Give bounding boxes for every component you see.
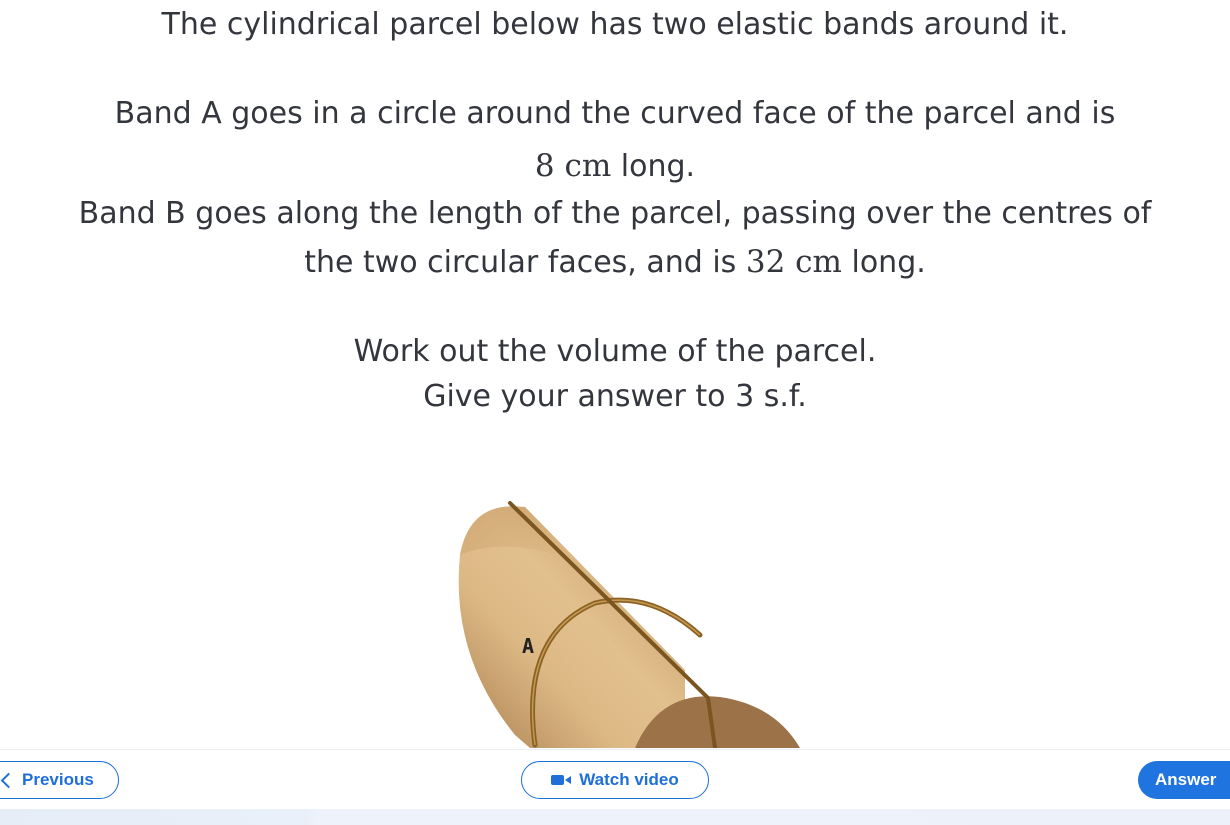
previous-button[interactable]: Previous	[0, 761, 119, 799]
chevron-left-icon	[0, 772, 17, 788]
band-b-length-rest: long.	[851, 245, 926, 280]
question-line-intro: The cylindrical parcel below has two ela…	[161, 7, 1069, 42]
parcel-body	[458, 506, 685, 748]
question-line-band-a: Band A goes in a circle around the curve…	[114, 96, 1116, 131]
question-line-task: Work out the volume of the parcel.	[353, 334, 877, 369]
question-line-band-a-length: 8 cm long.	[0, 142, 1230, 191]
question-line-precision: Give your answer to 3 s.f.	[423, 379, 807, 414]
band-b-length-unit: cm	[795, 244, 842, 280]
band-a-length-unit: cm	[564, 148, 612, 184]
question-line-band-b-length: the two circular faces, and is 32 cm lon…	[0, 238, 1230, 287]
cylinder-parcel-figure: A	[430, 495, 810, 748]
video-camera-icon	[551, 775, 572, 785]
watch-video-button[interactable]: Watch video	[521, 761, 709, 799]
watch-video-button-label: Watch video	[579, 770, 679, 789]
band-b-length-text: the two circular faces, and is	[304, 245, 737, 280]
bottom-decorative-strip	[0, 809, 1230, 825]
band-a-length-rest: long.	[620, 149, 696, 184]
answer-button[interactable]: Answer	[1138, 761, 1230, 799]
band-a-label: A	[522, 634, 534, 658]
navigation-bar: Previous Watch video Answer	[0, 749, 1230, 810]
cylinder-parcel-illustration: A	[458, 501, 800, 748]
previous-button-label: Previous	[22, 770, 94, 789]
question-line-band-b: Band B goes along the length of the parc…	[78, 196, 1152, 231]
band-b-length-value: 32	[745, 244, 786, 280]
answer-button-label: Answer	[1155, 770, 1217, 789]
band-a-length-value: 8	[534, 148, 555, 184]
